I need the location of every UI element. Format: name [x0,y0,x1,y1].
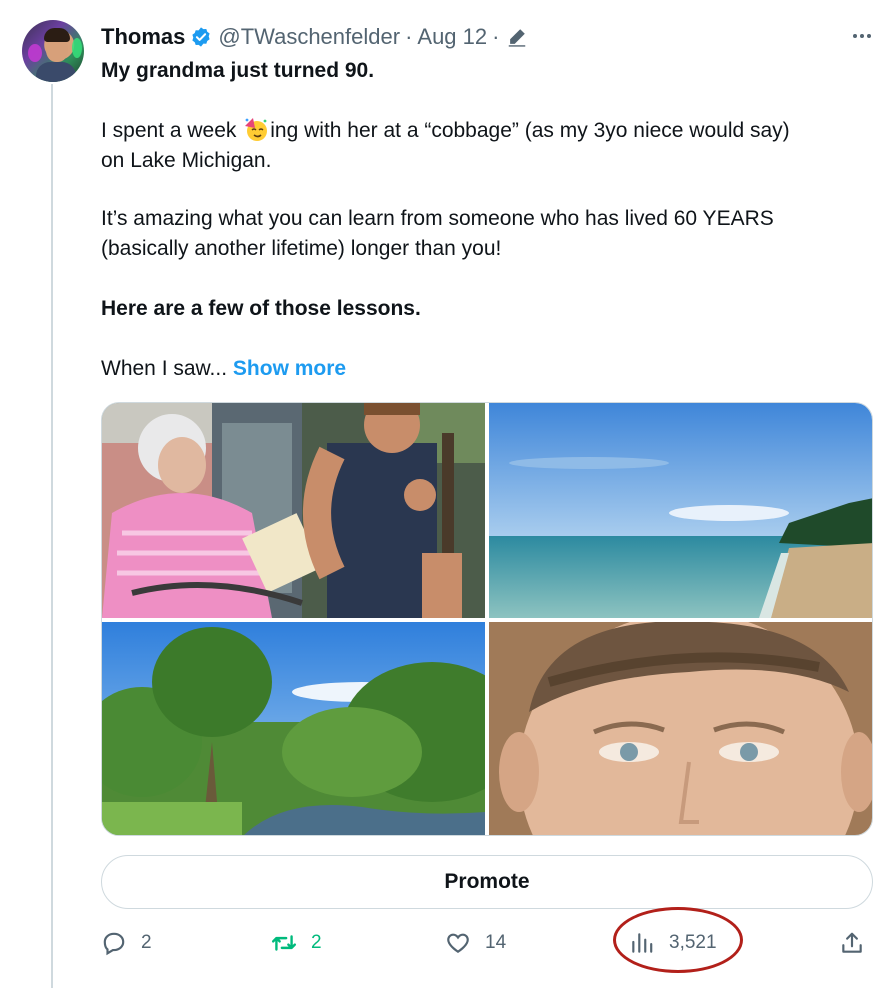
action-bar: 2 2 14 3,521 [101,925,873,961]
author-name[interactable]: Thomas [101,24,185,50]
media-grid [101,402,873,836]
annotation-circle [613,907,743,973]
retweet-button[interactable]: 2 [271,925,322,961]
separator: · [492,24,500,49]
like-count: 14 [485,932,507,953]
like-button[interactable]: 14 [445,925,506,961]
partying-face-emoji-icon [245,118,268,141]
share-icon [842,932,862,953]
tweet-text-line: Here are a few of those lessons. [101,297,421,320]
retweet-count: 2 [311,932,322,953]
avatar[interactable] [22,20,84,82]
photo-river-and-trees[interactable] [102,622,485,836]
photo-lake-michigan-beach[interactable] [489,403,873,618]
photo-vintage-soldier-portrait[interactable] [489,622,873,836]
more-icon[interactable] [850,24,874,48]
promote-button[interactable]: Promote [101,855,873,909]
edit-icon[interactable] [506,26,528,48]
reply-count: 2 [141,932,152,953]
tweet-header: Thomas @TWaschenfelder · Aug 12 · [101,22,528,52]
reply-button[interactable]: 2 [101,925,152,961]
verified-badge-icon [192,27,210,47]
tweet-date[interactable]: Aug 12 [417,24,487,50]
tweet-text-line: (basically another lifetime) longer than… [101,237,502,260]
tweet-text-line: I spent a week ing with her at a “cobbag… [101,116,790,146]
tweet-text-line: It’s amazing what you can learn from som… [101,207,774,230]
thread-line [51,84,53,988]
retweet-icon [271,935,297,951]
separator: · [405,24,413,49]
show-more-link[interactable]: Show more [233,357,346,380]
photo-grandma-and-grandson[interactable] [102,403,485,618]
share-button[interactable] [839,925,879,961]
author-handle[interactable]: @TWaschenfelder [218,24,400,50]
tweet-text-line: When I saw... Show more [101,357,347,380]
like-icon [447,933,469,953]
tweet-text-line: My grandma just turned 90. [101,59,375,82]
reply-icon [103,932,125,956]
tweet-text-line: on Lake Michigan. [101,149,272,172]
